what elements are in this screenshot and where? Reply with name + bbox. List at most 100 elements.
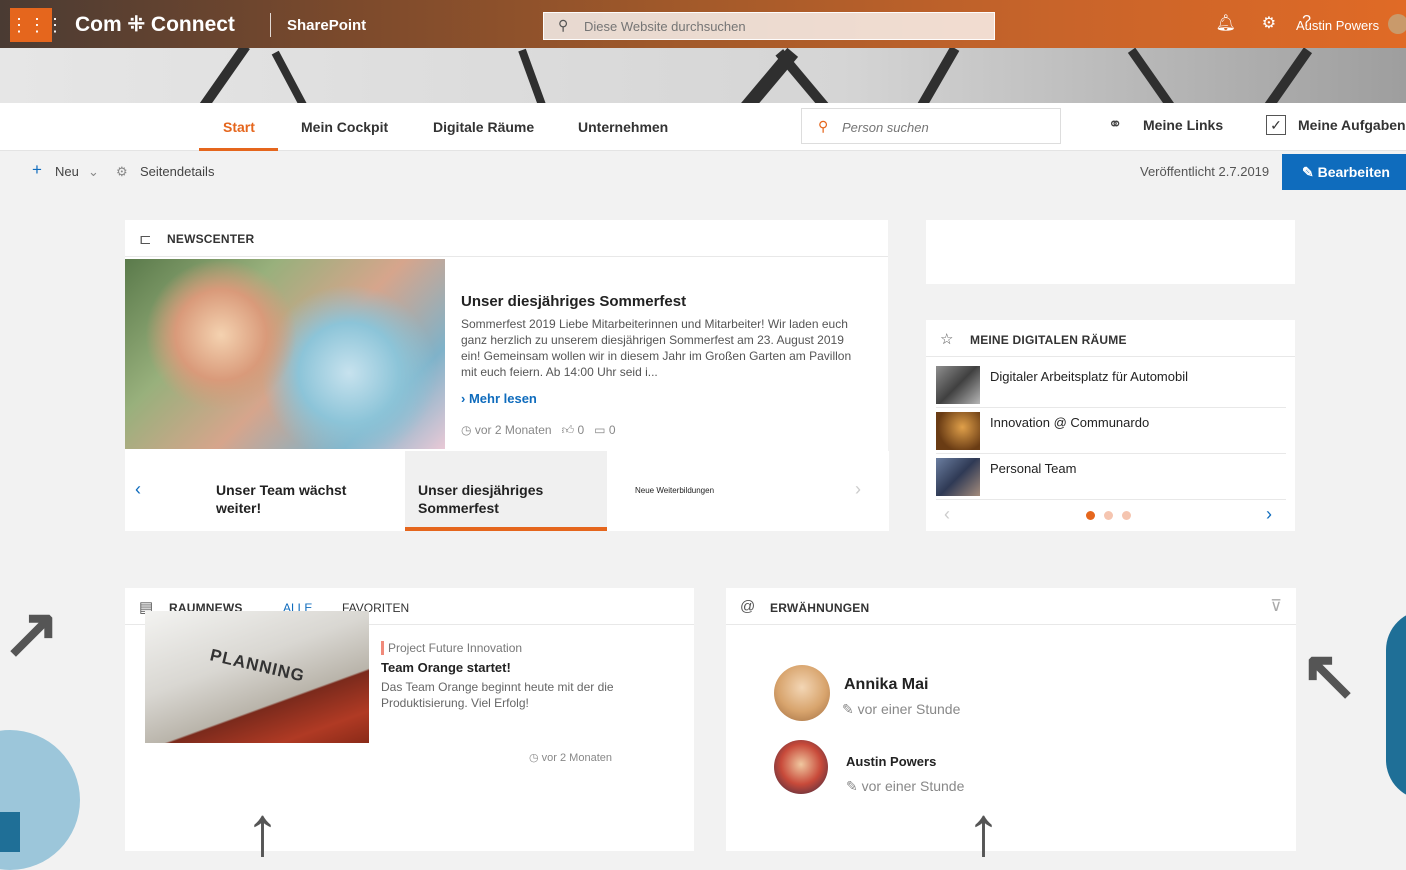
raumnews-card: ▤ RAUMNEWS ALLE FAVORITEN PLANNING Proje…	[125, 588, 694, 851]
site-search-box[interactable]: ⚲	[543, 12, 995, 40]
digital-rooms-header: ☆ MEINE DIGITALEN RÄUME	[926, 320, 1295, 357]
chevron-right-icon[interactable]: ›	[855, 479, 861, 500]
decor-circle	[0, 812, 20, 852]
carousel-item-active[interactable]: Unser diesjähriges Sommerfest	[418, 481, 588, 517]
mention-time-label: vor einer Stunde	[857, 701, 961, 717]
page-details-button[interactable]: Seitendetails	[140, 164, 214, 179]
user-name[interactable]: Austin Powers	[1296, 18, 1379, 33]
person-search-box[interactable]: ⚲	[801, 108, 1061, 144]
chevron-left-icon[interactable]: ‹	[135, 479, 141, 500]
news-meta: ◷ vor 2 Monaten 👍︎ 0 ▭ 0	[461, 423, 616, 438]
pencil-icon: ✎	[846, 778, 862, 794]
nav-mein-cockpit[interactable]: Mein Cockpit	[301, 119, 388, 135]
decor-circle	[1386, 610, 1406, 800]
app-launcher-icon[interactable]: ⋮⋮⋮	[10, 8, 64, 42]
nav-start[interactable]: Start	[223, 119, 255, 135]
news-carousel: ‹ Unser Team wächst weiter! Unser diesjä…	[125, 451, 889, 531]
bell-icon[interactable]: 🔔︎	[1215, 13, 1235, 33]
arrow-up-icon: ↑	[966, 792, 1001, 870]
header-banner	[0, 48, 1406, 105]
newscenter-header: ⊏ NEWSCENTER	[125, 220, 888, 257]
nav-digitale-raeume[interactable]: Digitale Räume	[433, 119, 534, 135]
newscenter-title: NEWSCENTER	[167, 232, 255, 246]
room-item[interactable]: Personal Team	[936, 455, 1286, 500]
mentions-card: @ ERWÄHNUNGEN ⊽ Annika Mai ✎ vor einer S…	[726, 588, 1296, 851]
mention-name[interactable]: Austin Powers	[846, 754, 936, 769]
sharepoint-label[interactable]: SharePoint	[287, 17, 366, 34]
room-item[interactable]: Innovation @ Communardo	[936, 409, 1286, 454]
pager-dot[interactable]	[1122, 511, 1131, 520]
pencil-icon: ✎	[842, 701, 858, 717]
mentions-header: @ ERWÄHNUNGEN ⊽	[726, 588, 1296, 625]
image-caption: PLANNING	[208, 645, 307, 686]
carousel-item[interactable]: Unser Team wächst weiter!	[216, 481, 376, 517]
filter-icon[interactable]: ⊽	[1270, 596, 1282, 616]
edit-button[interactable]: ✎ Bearbeiten	[1282, 154, 1406, 190]
room-label: Personal Team	[990, 461, 1077, 476]
raumnews-item-title[interactable]: Team Orange startet!	[381, 660, 511, 675]
search-icon: ⚲	[818, 118, 829, 134]
gear-icon[interactable]: ⚙	[1262, 13, 1276, 33]
room-label: Digitaler Arbeitsplatz für Automobil	[990, 369, 1188, 384]
pager-dot[interactable]	[1104, 511, 1113, 520]
my-links[interactable]: Meine Links	[1143, 117, 1223, 133]
banner-beam	[775, 49, 835, 105]
mention-time-label: vor einer Stunde	[861, 778, 965, 794]
news-image[interactable]	[125, 259, 445, 449]
hub-navigation: Start Mein Cockpit Digitale Räume Untern…	[0, 103, 1406, 151]
raumnews-room[interactable]: Project Future Innovation	[381, 641, 522, 655]
banner-beam	[1257, 48, 1313, 105]
digital-rooms-title: MEINE DIGITALEN RÄUME	[970, 333, 1127, 347]
user-avatar[interactable]	[1388, 14, 1406, 34]
suite-bar: ⋮⋮⋮ Com ⁜ Connect SharePoint ⚲ 🔔︎ ⚙ ? Au…	[0, 0, 1406, 48]
chevron-down-icon[interactable]: ⌄	[88, 164, 99, 180]
banner-beam	[518, 48, 550, 105]
star-icon: ☆	[940, 331, 954, 348]
banner-beam	[910, 48, 960, 105]
pager-dot-active[interactable]	[1086, 511, 1095, 520]
raumnews-meta: ◷ vor 2 Monaten	[529, 751, 612, 764]
banner-beam	[1127, 48, 1182, 105]
pencil-icon: ✎	[1302, 163, 1318, 180]
like-icon[interactable]: 👍︎	[562, 423, 575, 437]
mention-avatar[interactable]	[774, 665, 830, 721]
carousel-active-indicator	[405, 527, 607, 531]
like-count: 0	[577, 423, 585, 437]
news-title[interactable]: Unser diesjähriges Sommerfest	[461, 293, 686, 310]
carousel-item[interactable]: Neue Weiterbildungen	[635, 482, 714, 500]
site-search-input[interactable]	[584, 17, 984, 35]
news-time: vor 2 Monaten	[474, 423, 552, 437]
mention-time: ✎ vor einer Stunde	[842, 701, 960, 718]
person-search-input[interactable]	[842, 118, 1042, 136]
mention-avatar[interactable]	[774, 740, 828, 794]
digital-rooms-card: ☆ MEINE DIGITALEN RÄUME Digitaler Arbeit…	[926, 320, 1295, 531]
chevron-right-icon[interactable]: ›	[1266, 504, 1272, 525]
room-thumbnail	[936, 458, 980, 496]
nav-active-indicator	[199, 148, 278, 151]
checkbox-icon: ✓	[1266, 115, 1286, 135]
mention-name[interactable]: Annika Mai	[844, 676, 928, 694]
newscenter-card: ⊏ NEWSCENTER Unser diesjähriges Sommerfe…	[125, 220, 889, 531]
chevron-right-icon: ›	[461, 391, 469, 406]
news-excerpt: Sommerfest 2019 Liebe Mitarbeiterinnen u…	[461, 317, 852, 379]
mentions-title: ERWÄHNUNGEN	[770, 601, 870, 615]
brand-logo[interactable]: Com ⁜ Connect	[75, 12, 235, 37]
raumnews-image[interactable]: PLANNING	[145, 611, 369, 743]
new-button[interactable]: Neu	[55, 164, 79, 179]
banner-beam	[271, 50, 317, 105]
mention-time: ✎ vor einer Stunde	[846, 778, 964, 795]
nav-unternehmen[interactable]: Unternehmen	[578, 119, 668, 135]
command-bar: + Neu ⌄ ⚙ Seitendetails Veröffentlicht 2…	[0, 152, 1406, 192]
raumnews-item-body: Das Team Orange beginnt heute mit der di…	[381, 680, 614, 710]
edit-label: Bearbeiten	[1317, 163, 1390, 180]
read-more-link[interactable]: › Mehr lesen	[461, 391, 537, 406]
chevron-left-icon[interactable]: ‹	[944, 504, 950, 525]
banner-beam	[190, 48, 250, 105]
room-label: Innovation @ Communardo	[990, 415, 1150, 430]
my-tasks[interactable]: Meine Aufgaben	[1298, 117, 1406, 133]
room-item[interactable]: Digitaler Arbeitsplatz für Automobil	[936, 363, 1286, 408]
room-thumbnail	[936, 412, 980, 450]
comment-icon[interactable]: ▭	[594, 423, 605, 437]
plus-icon: +	[32, 160, 42, 179]
megaphone-icon: ⊏	[139, 231, 152, 248]
